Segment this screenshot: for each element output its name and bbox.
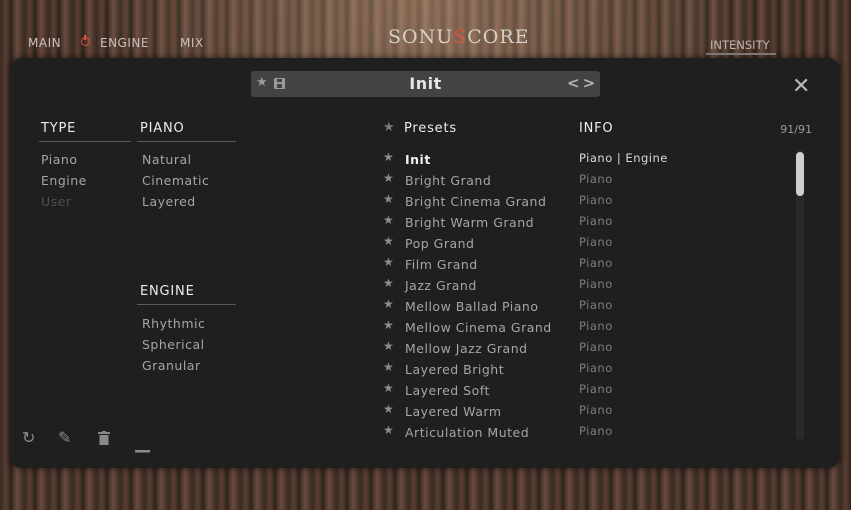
preset-bar: ★ Init <>: [251, 71, 600, 97]
preset-name: Mellow Cinema Grand: [405, 320, 552, 335]
preset-info: Piano: [579, 319, 613, 333]
engine-item-spherical[interactable]: Spherical: [142, 337, 205, 352]
prev-next-preset-arrows-icon[interactable]: <>: [567, 74, 598, 92]
list-item[interactable]: ★ Mellow Cinema Grand Piano: [380, 318, 790, 339]
list-item[interactable]: ★ Film Grand Piano: [380, 255, 790, 276]
intensity-label[interactable]: INTENSITY: [706, 38, 776, 55]
engine-item-granular[interactable]: Granular: [142, 358, 201, 373]
pencil-icon[interactable]: ✎: [58, 428, 71, 447]
preset-name: Bright Grand: [405, 173, 492, 188]
preset-name: Layered Warm: [405, 404, 502, 419]
type-item-engine[interactable]: Engine: [41, 173, 87, 188]
preset-info: Piano: [579, 403, 613, 417]
list-item[interactable]: ★ Mellow Jazz Grand Piano: [380, 339, 790, 360]
list-item[interactable]: ★ Bright Grand Piano: [380, 171, 790, 192]
piano-item-natural[interactable]: Natural: [142, 152, 192, 167]
preset-name: Bright Warm Grand: [405, 215, 535, 230]
star-icon[interactable]: ★: [383, 192, 394, 206]
preset-info: Piano: [579, 277, 613, 291]
preset-info: Piano: [579, 193, 613, 207]
preset-info: Piano: [579, 214, 613, 228]
top-bar: MAIN ENGINE MIX SONUSCORE INTENSITY: [0, 0, 851, 58]
list-item[interactable]: ★ Layered Soft Piano: [380, 381, 790, 402]
star-icon[interactable]: ★: [383, 276, 394, 290]
engine-divider: [137, 304, 236, 305]
tab-mix[interactable]: MIX: [180, 36, 204, 50]
type-item-piano[interactable]: Piano: [41, 152, 77, 167]
preset-name: Layered Bright: [405, 362, 505, 377]
preset-name: Jazz Grand: [405, 278, 477, 293]
list-item[interactable]: ★ Bright Warm Grand Piano: [380, 213, 790, 234]
star-icon[interactable]: ★: [383, 213, 394, 227]
star-icon[interactable]: ★: [383, 150, 394, 164]
tab-main[interactable]: MAIN: [28, 36, 61, 50]
info-header: INFO: [579, 121, 614, 136]
preset-info: Piano: [579, 424, 613, 438]
refresh-icon[interactable]: ↻: [22, 428, 35, 447]
preset-name: Articulation Muted: [405, 425, 530, 440]
star-icon[interactable]: ★: [383, 360, 394, 374]
preset-name: Init: [405, 152, 431, 167]
piano-item-cinematic[interactable]: Cinematic: [142, 173, 209, 188]
preset-name: Pop Grand: [405, 236, 475, 251]
preset-list: ★ Init Piano | Engine ★ Bright Grand Piano ★…: [380, 150, 790, 446]
close-icon[interactable]: ✕: [792, 76, 810, 98]
power-icon[interactable]: [81, 35, 90, 46]
trash-icon[interactable]: [98, 430, 110, 449]
preset-info: Piano: [579, 382, 613, 396]
preset-browser-panel: ★ Init <> ✕ TYPE Piano Engine User PIANO…: [10, 58, 840, 468]
preset-info: Piano: [579, 298, 613, 312]
star-icon[interactable]: ★: [383, 423, 394, 437]
preset-name: Layered Soft: [405, 383, 490, 398]
engine-item-rhythmic[interactable]: Rhythmic: [142, 316, 205, 331]
list-item[interactable]: ★ Layered Bright Piano: [380, 360, 790, 381]
star-icon[interactable]: ★: [383, 234, 394, 248]
preset-info: Piano: [579, 172, 613, 186]
minus-icon[interactable]: [135, 438, 150, 457]
preset-info: Piano: [579, 361, 613, 375]
preset-name: Film Grand: [405, 257, 478, 272]
list-item[interactable]: ★ Jazz Grand Piano: [380, 276, 790, 297]
list-item[interactable]: ★ Layered Warm Piano: [380, 402, 790, 423]
star-icon[interactable]: ★: [383, 171, 394, 185]
preset-info: Piano: [579, 256, 613, 270]
sonuscore-logo: SONUSCORE: [388, 26, 530, 48]
preset-count: 91/91: [780, 123, 812, 136]
favorites-filter-star-icon[interactable]: ★: [383, 120, 395, 135]
engine-header: ENGINE: [140, 284, 195, 299]
preset-info: Piano | Engine: [579, 151, 668, 165]
scrollbar-thumb[interactable]: [796, 152, 804, 196]
list-item[interactable]: ★ Init Piano | Engine: [380, 150, 790, 171]
star-icon[interactable]: ★: [383, 255, 394, 269]
list-item[interactable]: ★ Articulation Muted Piano: [380, 423, 790, 444]
star-icon[interactable]: ★: [383, 318, 394, 332]
list-item[interactable]: ★ Pop Grand Piano: [380, 234, 790, 255]
star-icon[interactable]: ★: [383, 297, 394, 311]
star-icon[interactable]: ★: [383, 339, 394, 353]
piano-divider: [137, 141, 236, 142]
preset-name: Mellow Ballad Piano: [405, 299, 539, 314]
list-item[interactable]: ★ Bright Cinema Grand Piano: [380, 192, 790, 213]
star-icon[interactable]: ★: [383, 381, 394, 395]
presets-header: Presets: [404, 121, 457, 136]
tab-engine[interactable]: ENGINE: [100, 36, 149, 50]
star-icon[interactable]: ★: [383, 402, 394, 416]
type-item-user[interactable]: User: [41, 194, 72, 209]
list-item[interactable]: ★ Mellow Ballad Piano Piano: [380, 297, 790, 318]
piano-item-layered[interactable]: Layered: [142, 194, 196, 209]
preset-list-scrollbar[interactable]: [796, 150, 804, 440]
preset-name: Mellow Jazz Grand: [405, 341, 528, 356]
preset-info: Piano: [579, 340, 613, 354]
preset-info: Piano: [579, 235, 613, 249]
piano-header: PIANO: [140, 121, 185, 136]
type-header: TYPE: [41, 121, 77, 136]
current-preset-name[interactable]: Init: [251, 74, 600, 93]
preset-name: Bright Cinema Grand: [405, 194, 547, 209]
type-divider: [39, 141, 131, 142]
